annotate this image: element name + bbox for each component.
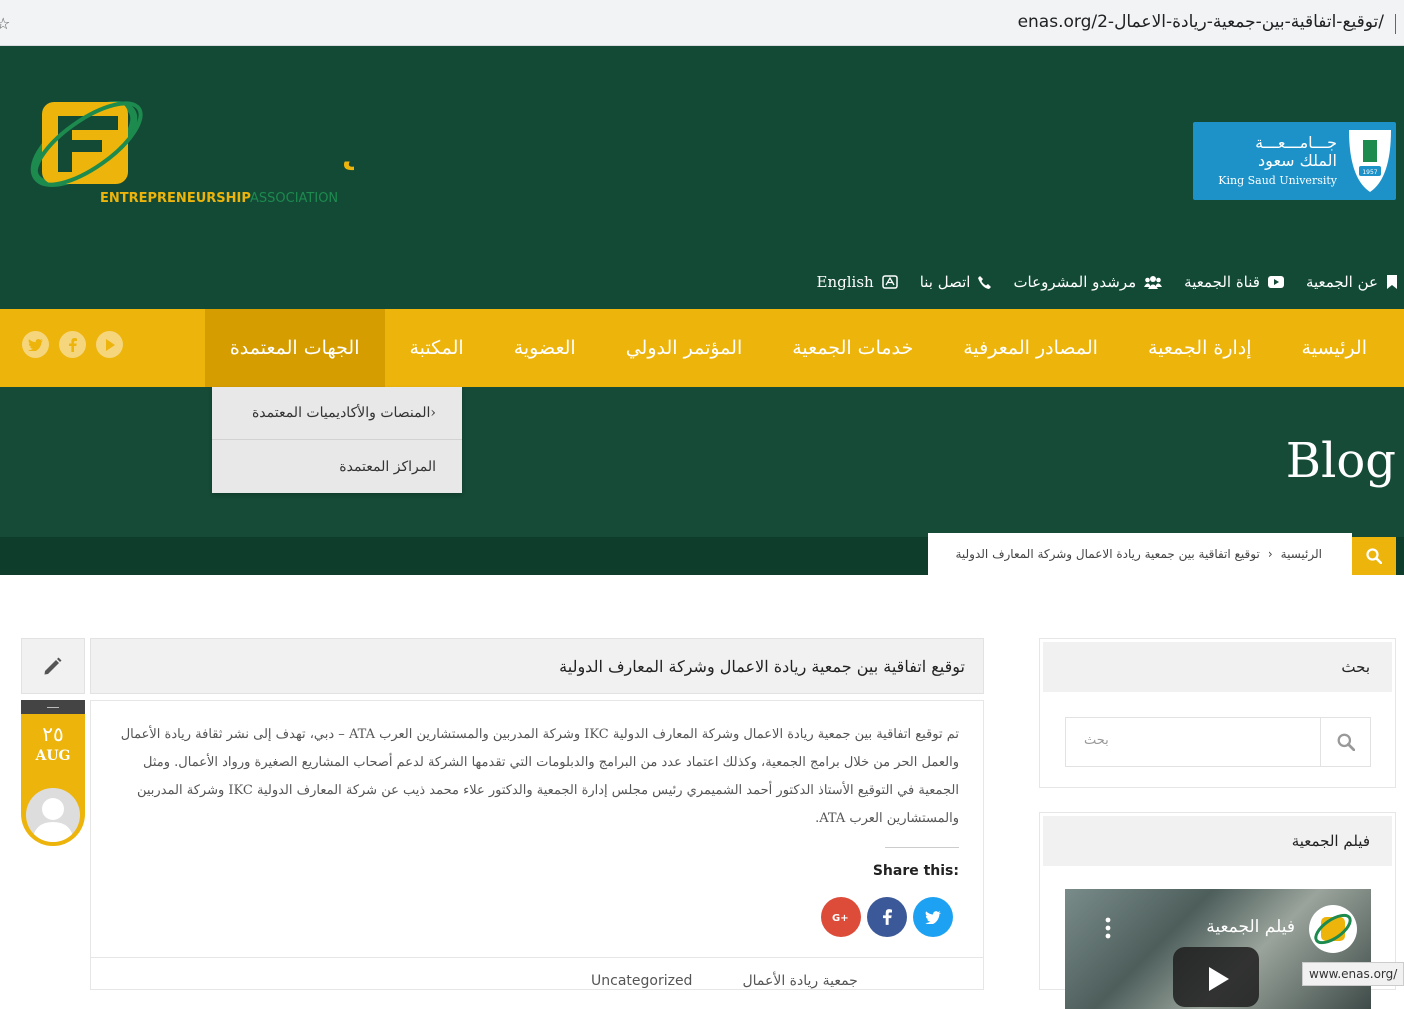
search-icon xyxy=(1366,548,1382,564)
topnav-about[interactable]: عن الجمعية xyxy=(1306,273,1398,291)
facebook-icon[interactable] xyxy=(59,331,86,358)
post-day: ٢٥ xyxy=(42,722,64,746)
topnav-label: مرشدو المشروعات xyxy=(1013,273,1137,291)
post-category[interactable]: Uncategorized xyxy=(591,973,692,989)
nav-membership[interactable]: العضوية xyxy=(489,309,601,387)
topnav-channel[interactable]: قناة الجمعية xyxy=(1184,273,1284,291)
twitter-icon[interactable] xyxy=(22,331,49,358)
bookmark-icon xyxy=(1387,275,1397,289)
topnav-label: English xyxy=(816,273,874,291)
play-icon xyxy=(1209,967,1229,991)
share-twitter-button[interactable] xyxy=(913,897,953,937)
search-button[interactable] xyxy=(1320,718,1370,766)
breadcrumb-separator: › xyxy=(1267,547,1273,561)
nav-services[interactable]: خدمات الجمعية xyxy=(767,309,938,387)
accredited-dropdown: المنصات والأكاديميات المعتمدة› المراكز ا… xyxy=(212,387,462,493)
post-text: تم توقيع اتفاقية بين جمعية ريادة الاعمال… xyxy=(120,727,959,826)
ksu-english: King Saud University xyxy=(1218,174,1338,187)
breadcrumb-home[interactable]: الرئيسية xyxy=(1281,547,1322,561)
youtube-icon xyxy=(1267,276,1284,288)
users-icon xyxy=(1144,276,1163,289)
post-meta: Uncategorized جمعية ريادة الأعمال xyxy=(591,973,858,989)
search-input[interactable]: بحث xyxy=(1065,717,1371,767)
widget-title: بحث xyxy=(1043,642,1392,692)
logo-english-text-2: ASSOCIATION xyxy=(250,191,338,206)
post-author[interactable]: جمعية ريادة الأعمال xyxy=(742,973,857,989)
nav-accredited[interactable]: الجهات المعتمدة xyxy=(204,309,385,387)
divider xyxy=(885,847,959,848)
nav-home[interactable]: الرئيسية xyxy=(1277,309,1392,387)
ksu-arabic-line1: جـــامـــعـــة xyxy=(1255,133,1337,152)
nav-library[interactable]: المكتبة xyxy=(385,309,489,387)
phone-icon xyxy=(978,275,992,289)
post-date-badge: ٢٥ AUG xyxy=(21,700,85,846)
star-icon[interactable]: ☆ xyxy=(0,14,10,33)
topnav-contact[interactable]: اتصل بنا xyxy=(920,273,992,291)
svg-text:G+: G+ xyxy=(832,913,849,923)
breadcrumb-search-button[interactable] xyxy=(1352,537,1396,575)
search-icon xyxy=(1337,733,1355,751)
channel-logo xyxy=(1309,905,1357,953)
pencil-icon xyxy=(44,657,62,675)
url-text[interactable]: enas.org/2-توقيع-اتفاقية-بين-جمعية-ريادة… xyxy=(1018,12,1384,32)
page-hero: Blog xyxy=(0,387,1404,537)
twitter-icon xyxy=(925,910,941,924)
share-facebook-button[interactable] xyxy=(867,897,907,937)
page-title: Blog xyxy=(1285,433,1396,489)
breadcrumb-current: توقيع اتفاقية بين جمعية ريادة الاعمال وش… xyxy=(955,547,1260,561)
facebook-icon xyxy=(882,909,892,925)
post-content: تم توقيع اتفاقية بين جمعية ريادة الاعمال… xyxy=(90,700,984,990)
nav-management[interactable]: إدارة الجمعية xyxy=(1123,309,1277,387)
nav-knowledge[interactable]: المصادر المعرفية xyxy=(938,309,1123,387)
more-options-icon[interactable] xyxy=(1105,917,1111,943)
share-label: Share this: xyxy=(872,863,959,879)
ksu-arabic-line2: الملك سعود xyxy=(1258,151,1337,171)
topnav-mentors[interactable]: مرشدو المشروعات xyxy=(1013,273,1163,291)
video-title: فيلم الجمعية xyxy=(1206,917,1295,937)
topnav-label: اتصل بنا xyxy=(919,273,971,291)
ksu-logo[interactable]: 1957 جـــامـــعـــة الملك سعود King Saud… xyxy=(1193,122,1396,200)
topnav-english[interactable]: English xyxy=(817,273,898,291)
dropdown-item-centers[interactable]: المراكز المعتمدة xyxy=(212,440,462,493)
share-buttons: G+ xyxy=(821,897,953,937)
topnav-label: عن الجمعية xyxy=(1305,273,1378,291)
search-widget: بحث بحث xyxy=(1039,638,1396,788)
breadcrumb: الرئيسية › توقيع اتفاقية بين جمعية ريادة… xyxy=(928,533,1352,575)
social-links xyxy=(22,331,123,358)
main-navigation: الرئيسية إدارة الجمعية المصادر المعرفية … xyxy=(0,309,1404,387)
youtube-icon[interactable] xyxy=(96,331,123,358)
top-links: عن الجمعية قناة الجمعية مرشدو المشروعات … xyxy=(817,270,1398,294)
edit-button[interactable] xyxy=(21,638,85,694)
google-plus-icon: G+ xyxy=(832,913,849,923)
author-avatar[interactable] xyxy=(26,788,80,842)
site-header: جمعية ريادة الأعمال ENTREPRENEURSHIP ASS… xyxy=(0,46,1404,309)
share-googleplus-button[interactable]: G+ xyxy=(821,897,861,937)
association-logo[interactable]: جمعية ريادة الأعمال ENTREPRENEURSHIP ASS… xyxy=(24,74,616,214)
browser-address-bar: ☆ enas.org/2-توقيع-اتفاقية-بين-جمعية-ريا… xyxy=(0,0,1404,46)
post-title[interactable]: توقيع اتفاقية بين جمعية ريادة الاعمال وش… xyxy=(90,638,984,694)
logo-arabic-text: جمعية ريادة الأعمال xyxy=(342,139,354,173)
post-month: AUG xyxy=(35,748,71,764)
nav-conference[interactable]: المؤتمر الدولي xyxy=(601,309,768,387)
meta-divider xyxy=(91,957,983,958)
widget-title: فيلم الجمعية xyxy=(1043,816,1392,866)
text-caret xyxy=(1395,14,1396,34)
topnav-label: قناة الجمعية xyxy=(1184,273,1260,291)
globe-icon xyxy=(881,275,898,289)
dropdown-item-platforms[interactable]: المنصات والأكاديميات المعتمدة› xyxy=(212,387,462,440)
browser-status-url: www.enas.org/ xyxy=(1302,962,1404,986)
logo-english-text: ENTREPRENEURSHIP xyxy=(100,191,251,206)
ksu-year: 1957 xyxy=(1362,169,1377,176)
video-embed[interactable]: فيلم الجمعية xyxy=(1065,889,1371,1009)
url-field[interactable]: ☆ enas.org/2-توقيع-اتفاقية-بين-جمعية-ريا… xyxy=(0,6,1404,40)
play-button[interactable] xyxy=(1173,947,1259,1007)
search-placeholder: بحث xyxy=(1084,733,1109,748)
